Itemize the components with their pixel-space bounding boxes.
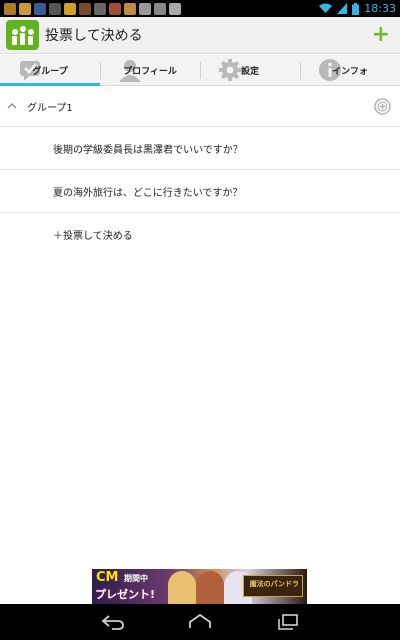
logo-bar: [11, 29, 18, 45]
app-title: 投票して決める: [45, 28, 143, 44]
logo-bar: [19, 26, 26, 45]
screen: 18:33 投票して決める + グループ プロフィール 設定 インフォ グループ…: [0, 0, 400, 640]
add-poll-label: ＋投票して決める: [53, 231, 133, 242]
tab-info[interactable]: インフォ: [300, 55, 400, 85]
game-icon: [64, 2, 76, 15]
poll-text: 夏の海外旅行は、どこに行きたいですか？: [53, 187, 243, 199]
recents-button[interactable]: [267, 607, 307, 637]
action-bar: 投票して決める +: [0, 17, 400, 54]
tab-settings[interactable]: 設定: [200, 55, 300, 85]
add-circle-icon[interactable]: [374, 98, 391, 115]
tab-label: プロフィール: [123, 66, 177, 77]
chevron-up-icon: [7, 103, 17, 109]
tab-profile[interactable]: プロフィール: [100, 55, 200, 85]
game-icon: [79, 2, 91, 15]
poll-text: 後期の学級委員長は黒澤君でいいですか？: [53, 144, 243, 156]
tab-label: インフォ: [332, 66, 368, 77]
add-poll-link[interactable]: ＋投票して決める: [0, 213, 400, 256]
recents-icon: [277, 614, 298, 630]
game-icon: [124, 2, 136, 15]
add-button[interactable]: +: [372, 24, 390, 46]
tab-label: グループ: [32, 66, 68, 77]
game-icon: [4, 2, 16, 15]
back-button[interactable]: [93, 607, 133, 637]
ad-cm-label: CM: [96, 570, 119, 585]
back-icon: [101, 615, 125, 630]
status-time: 18:33: [364, 2, 396, 15]
gear-icon: [219, 59, 241, 81]
play-store-icon: [169, 2, 181, 15]
poll-item[interactable]: 後期の学級委員長は黒澤君でいいですか？: [0, 127, 400, 170]
ad-character-image: [168, 571, 196, 604]
ad-period-label: 期間中: [124, 574, 148, 583]
check-icon: [154, 2, 166, 15]
app-logo: [6, 20, 39, 50]
group-label: グループ1: [27, 102, 73, 114]
ad-logo-text: 魔法のパンドラ: [249, 580, 299, 588]
facebook-icon: [34, 2, 46, 15]
poll-item[interactable]: 夏の海外旅行は、どこに行きたいですか？: [0, 170, 400, 213]
group-header[interactable]: グループ1: [0, 86, 400, 127]
status-bar: 18:33: [0, 0, 400, 17]
game-icon: [19, 2, 31, 15]
tab-bar: グループ プロフィール 設定 インフォ: [0, 55, 400, 86]
ad-present-label: プレゼント!: [95, 588, 156, 601]
home-button[interactable]: [180, 607, 220, 637]
phone-icon: [49, 2, 61, 15]
signal-icon: [337, 3, 348, 14]
ad-character-image: [196, 571, 224, 604]
tab-group[interactable]: グループ: [0, 55, 100, 86]
logo-bar: [27, 29, 34, 45]
notification-icons: [4, 2, 181, 15]
battery-icon: [352, 2, 360, 15]
tab-label: 設定: [240, 66, 259, 77]
wifi-icon: [319, 3, 333, 13]
game-icon: [109, 2, 121, 15]
group-list: グループ1 後期の学級委員長は黒澤君でいいですか？ 夏の海外旅行は、どこに行きた…: [0, 86, 400, 256]
cloud-icon: [139, 2, 151, 15]
download-icon: [94, 2, 106, 15]
status-right: 18:33: [319, 2, 396, 15]
ad-banner[interactable]: CM 期間中 プレゼント! 魔法のパンドラ: [92, 569, 307, 604]
home-icon: [189, 614, 211, 628]
nav-bar: [0, 604, 400, 640]
